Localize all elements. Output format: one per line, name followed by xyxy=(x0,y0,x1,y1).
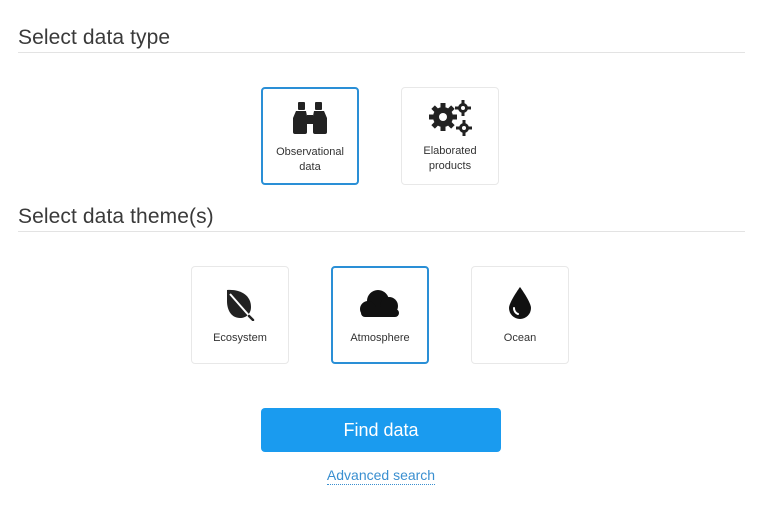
data-theme-ecosystem-label: Ecosystem xyxy=(213,332,267,344)
data-type-elaborated-card[interactable]: Elaborated products xyxy=(401,87,499,185)
data-theme-ocean-card[interactable]: Ocean xyxy=(471,266,569,364)
advanced-search-link[interactable]: Advanced search xyxy=(326,467,436,485)
cloud-icon xyxy=(333,288,427,320)
data-theme-atmosphere-card[interactable]: Atmosphere xyxy=(331,266,429,364)
data-theme-divider xyxy=(18,231,745,232)
label-line: products xyxy=(428,160,472,172)
find-data-button[interactable]: Find data xyxy=(261,408,501,452)
data-theme-ecosystem-card[interactable]: Ecosystem xyxy=(191,266,289,364)
data-type-elaborated-label: Elaborated products xyxy=(406,144,494,174)
label-line: data xyxy=(299,161,321,173)
data-type-observational-card[interactable]: Observational data xyxy=(261,87,359,185)
binoculars-icon xyxy=(263,101,357,135)
data-theme-heading: Select data theme(s) xyxy=(18,205,214,228)
data-type-heading: Select data type xyxy=(18,26,171,49)
water-drop-icon xyxy=(472,286,568,320)
leaf-icon xyxy=(192,287,288,321)
label-line: Observational xyxy=(276,146,344,158)
data-type-observational-label: Observational data xyxy=(267,145,353,175)
search-panel: Select data type Observational data Elab… xyxy=(0,0,760,512)
gears-icon xyxy=(402,99,498,137)
label-line: Elaborated xyxy=(423,145,477,157)
data-theme-atmosphere-label: Atmosphere xyxy=(350,332,410,344)
data-theme-ocean-label: Ocean xyxy=(503,332,537,344)
advanced-search-container: Advanced search xyxy=(261,467,501,485)
data-type-divider xyxy=(18,52,745,53)
